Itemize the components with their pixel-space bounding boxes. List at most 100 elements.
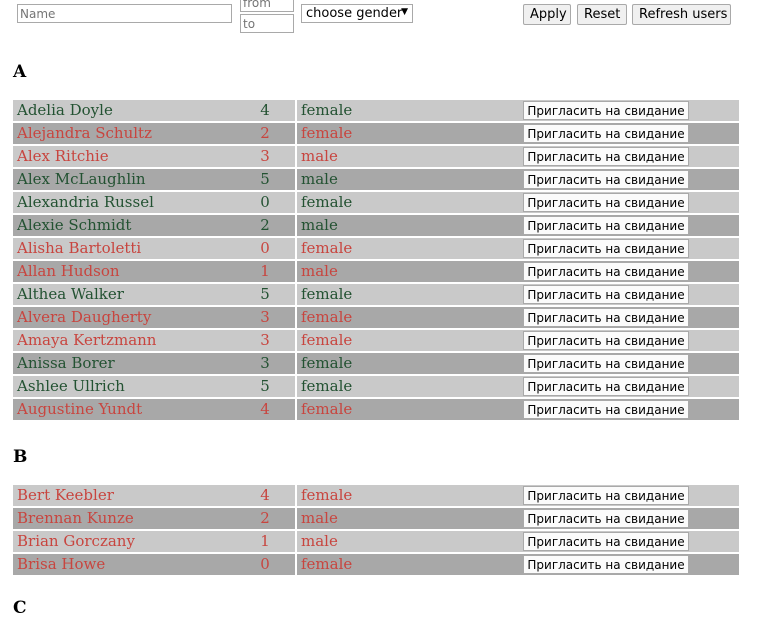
user-age: 0 — [235, 238, 295, 259]
user-action-cell: Пригласить на свидание — [519, 238, 739, 259]
user-row: Alex McLaughlin 5 male Пригласить на свидан… — [13, 169, 739, 190]
user-gender: female — [297, 376, 521, 397]
user-row: Alvera Daugherty 3 female Пригласить на сви… — [13, 307, 739, 328]
gender-select[interactable]: choose gender ▼ — [301, 4, 413, 23]
invite-date-button[interactable]: Пригласить на свидание — [523, 193, 689, 212]
reset-button[interactable]: Reset — [577, 4, 627, 25]
group-letter-heading: B — [13, 447, 28, 467]
user-name: Alvera Daugherty — [13, 307, 237, 328]
gender-select-value: choose gender — [306, 6, 403, 21]
user-name: Allan Hudson — [13, 261, 237, 282]
user-gender: female — [297, 123, 521, 144]
user-row: Alexandria Russel 0 female Пригласить на св… — [13, 192, 739, 213]
user-row: Brisa Howe 0 female Пригласить на свидание — [13, 554, 739, 575]
user-action-cell: Пригласить на свидание — [519, 531, 739, 552]
user-age: 3 — [235, 146, 295, 167]
user-gender: female — [297, 284, 521, 305]
user-row: Amaya Kertzmann 3 female Пригласить на свид… — [13, 330, 739, 351]
user-row: Alejandra Schultz 2 female Пригласить на св… — [13, 123, 739, 144]
invite-date-button[interactable]: Пригласить на свидание — [523, 509, 689, 528]
user-age: 2 — [235, 123, 295, 144]
user-gender: female — [297, 485, 521, 506]
user-age: 2 — [235, 215, 295, 236]
user-action-cell: Пригласить на свидание — [519, 376, 739, 397]
user-age: 5 — [235, 376, 295, 397]
user-gender: male — [297, 508, 521, 529]
invite-date-button[interactable]: Пригласить на свидание — [523, 532, 689, 551]
user-age: 2 — [235, 508, 295, 529]
user-name: Alisha Bartoletti — [13, 238, 237, 259]
user-name: Adelia Doyle — [13, 100, 237, 121]
user-gender: male — [297, 146, 521, 167]
user-action-cell: Пригласить на свидание — [519, 554, 739, 575]
chevron-down-icon: ▼ — [401, 7, 408, 17]
invite-date-button[interactable]: Пригласить на свидание — [523, 101, 689, 120]
user-action-cell: Пригласить на свидание — [519, 508, 739, 529]
user-age: 1 — [235, 531, 295, 552]
user-action-cell: Пригласить на свидание — [519, 123, 739, 144]
user-name: Brisa Howe — [13, 554, 237, 575]
name-search-input[interactable] — [17, 4, 232, 23]
invite-date-button[interactable]: Пригласить на свидание — [523, 354, 689, 373]
user-name: Brennan Kunze — [13, 508, 237, 529]
refresh-users-button[interactable]: Refresh users — [632, 4, 731, 25]
user-age: 5 — [235, 169, 295, 190]
user-action-cell: Пригласить на свидание — [519, 399, 739, 420]
user-name: Alexie Schmidt — [13, 215, 237, 236]
apply-button[interactable]: Apply — [523, 4, 571, 25]
user-row: Brennan Kunze 2 male Пригласить на свидание — [13, 508, 739, 529]
invite-date-button[interactable]: Пригласить на свидание — [523, 285, 689, 304]
user-name: Alejandra Schultz — [13, 123, 237, 144]
user-action-cell: Пригласить на свидание — [519, 192, 739, 213]
invite-date-button[interactable]: Пригласить на свидание — [523, 239, 689, 258]
user-gender: male — [297, 215, 521, 236]
user-age: 3 — [235, 330, 295, 351]
invite-date-button[interactable]: Пригласить на свидание — [523, 377, 689, 396]
user-action-cell: Пригласить на свидание — [519, 146, 739, 167]
user-row: Alisha Bartoletti 0 female Пригласить на св… — [13, 238, 739, 259]
invite-date-button[interactable]: Пригласить на свидание — [523, 331, 689, 350]
user-gender: male — [297, 531, 521, 552]
invite-date-button[interactable]: Пригласить на свидание — [523, 555, 689, 574]
user-action-cell: Пригласить на свидание — [519, 169, 739, 190]
user-action-cell: Пригласить на свидание — [519, 485, 739, 506]
user-name: Ashlee Ullrich — [13, 376, 237, 397]
user-gender: male — [297, 169, 521, 190]
group-letter-heading: C — [13, 598, 27, 618]
age-from-input[interactable] — [240, 0, 294, 12]
user-name: Amaya Kertzmann — [13, 330, 237, 351]
user-name: Augustine Yundt — [13, 399, 237, 420]
invite-date-button[interactable]: Пригласить на свидание — [523, 486, 689, 505]
user-row: Ashlee Ullrich 5 female Пригласить на свида… — [13, 376, 739, 397]
invite-date-button[interactable]: Пригласить на свидание — [523, 147, 689, 166]
user-action-cell: Пригласить на свидание — [519, 261, 739, 282]
invite-date-button[interactable]: Пригласить на свидание — [523, 262, 689, 281]
user-row: Alexie Schmidt 2 male Пригласить на свидани… — [13, 215, 739, 236]
user-gender: female — [297, 238, 521, 259]
user-age: 0 — [235, 554, 295, 575]
user-name: Alex Ritchie — [13, 146, 237, 167]
user-gender: female — [297, 307, 521, 328]
user-gender: female — [297, 192, 521, 213]
user-age: 4 — [235, 100, 295, 121]
invite-date-button[interactable]: Пригласить на свидание — [523, 170, 689, 189]
user-age: 4 — [235, 485, 295, 506]
invite-date-button[interactable]: Пригласить на свидание — [523, 400, 689, 419]
user-action-cell: Пригласить на свидание — [519, 353, 739, 374]
invite-date-button[interactable]: Пригласить на свидание — [523, 216, 689, 235]
user-gender: female — [297, 554, 521, 575]
age-to-input[interactable] — [240, 14, 294, 33]
invite-date-button[interactable]: Пригласить на свидание — [523, 124, 689, 143]
user-row: Augustine Yundt 4 female Пригласить на свид… — [13, 399, 739, 420]
user-age: 5 — [235, 284, 295, 305]
user-row: Bert Keebler 4 female Пригласить на свидани… — [13, 485, 739, 506]
user-age: 3 — [235, 353, 295, 374]
user-row: Allan Hudson 1 male Пригласить на свидание — [13, 261, 739, 282]
invite-date-button[interactable]: Пригласить на свидание — [523, 308, 689, 327]
user-gender: female — [297, 399, 521, 420]
user-name: Brian Gorczany — [13, 531, 237, 552]
user-gender: female — [297, 353, 521, 374]
user-action-cell: Пригласить на свидание — [519, 284, 739, 305]
user-name: Bert Keebler — [13, 485, 237, 506]
user-action-cell: Пригласить на свидание — [519, 100, 739, 121]
